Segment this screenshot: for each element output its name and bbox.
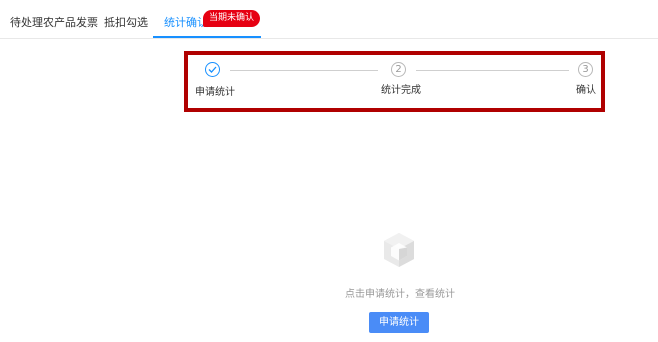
status-badge: 当期未确认: [203, 10, 261, 27]
empty-state-message: 点击申请统计，查看统计: [345, 289, 455, 300]
step-3-number: 3: [578, 62, 593, 77]
tab-deduction-select[interactable]: 抵扣勾选: [104, 0, 148, 38]
tab-bar: 待处理农产品发票 抵扣勾选 统计确认 当期未确认: [0, 0, 658, 39]
step-connector-1: [230, 70, 378, 71]
tab-statistics-confirm[interactable]: 统计确认: [164, 0, 208, 38]
tab-pending-invoices[interactable]: 待处理农产品发票: [10, 0, 98, 38]
cube-box-icon: [381, 231, 417, 275]
step-1-label: 申请统计: [195, 87, 235, 98]
step-1-check-icon: [205, 62, 220, 77]
step-3-label: 确认: [576, 85, 596, 96]
step-2-label: 统计完成: [381, 85, 421, 96]
apply-statistics-button[interactable]: 申请统计: [369, 312, 429, 333]
step-2-number: 2: [391, 62, 406, 77]
active-tab-indicator: [153, 36, 261, 38]
step-connector-2: [416, 70, 569, 71]
